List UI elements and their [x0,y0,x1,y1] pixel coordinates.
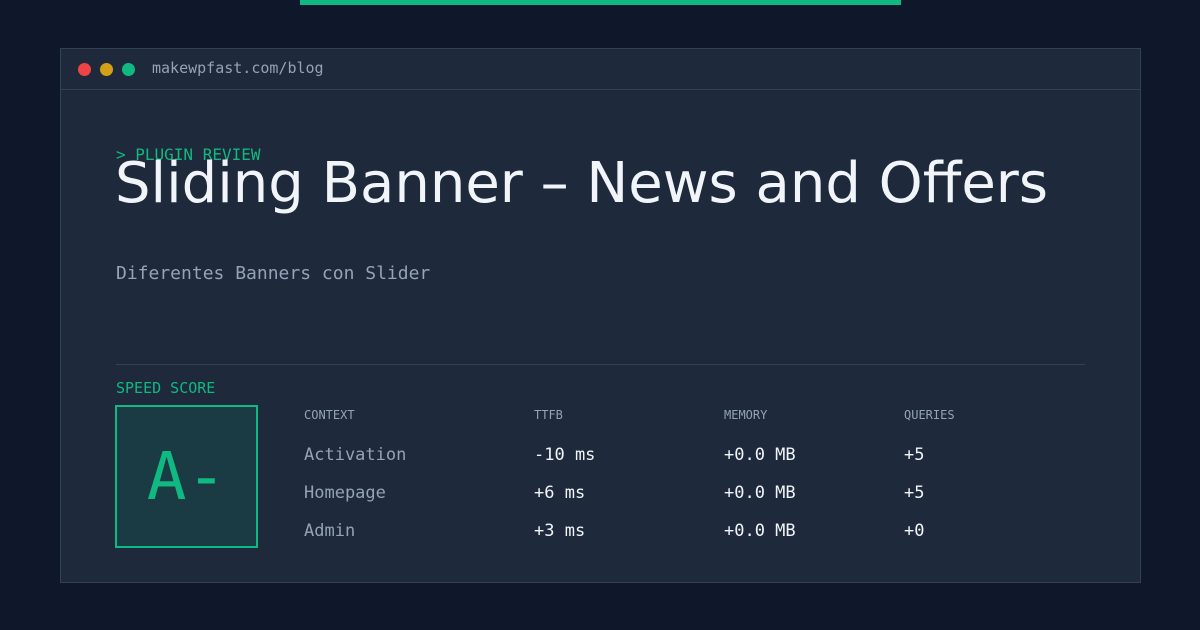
row-activation-memory: +0.0 MB [724,445,796,465]
close-dot-icon[interactable] [78,63,91,76]
row-admin-memory: +0.0 MB [724,521,796,541]
metrics-table: CONTEXT TTFB MEMORY QUERIES Activation -… [304,405,1084,550]
page-title: Sliding Banner – News and Offers [115,151,1048,216]
page-subtitle: Diferentes Banners con Slider [116,263,431,284]
row-activation-queries: +5 [904,445,925,465]
row-homepage-memory: +0.0 MB [724,483,796,503]
row-activation-ttfb: -10 ms [534,445,596,465]
top-accent-bar [300,0,901,5]
window-titlebar: makewpfast.com/blog [61,49,1140,90]
row-admin-context: Admin [304,521,356,541]
section-divider [116,364,1085,365]
minimize-dot-icon[interactable] [100,63,113,76]
row-admin-ttfb: +3 ms [534,521,586,541]
maximize-dot-icon[interactable] [122,63,135,76]
row-homepage-queries: +5 [904,483,925,503]
header-context: CONTEXT [304,408,355,422]
speed-grade: A- [146,437,227,515]
row-homepage-context: Homepage [304,483,386,503]
header-queries: QUERIES [904,408,955,422]
row-admin-queries: +0 [904,521,925,541]
header-memory: MEMORY [724,408,768,422]
row-homepage-ttfb: +6 ms [534,483,586,503]
header-ttfb: TTFB [534,408,563,422]
speed-grade-box: A- [115,405,258,548]
address-url[interactable]: makewpfast.com/blog [152,58,324,78]
browser-window: makewpfast.com/blog > PLUGIN REVIEW Slid… [60,48,1141,583]
row-activation-context: Activation [304,445,407,465]
speed-score-label: SPEED SCORE [116,379,216,397]
